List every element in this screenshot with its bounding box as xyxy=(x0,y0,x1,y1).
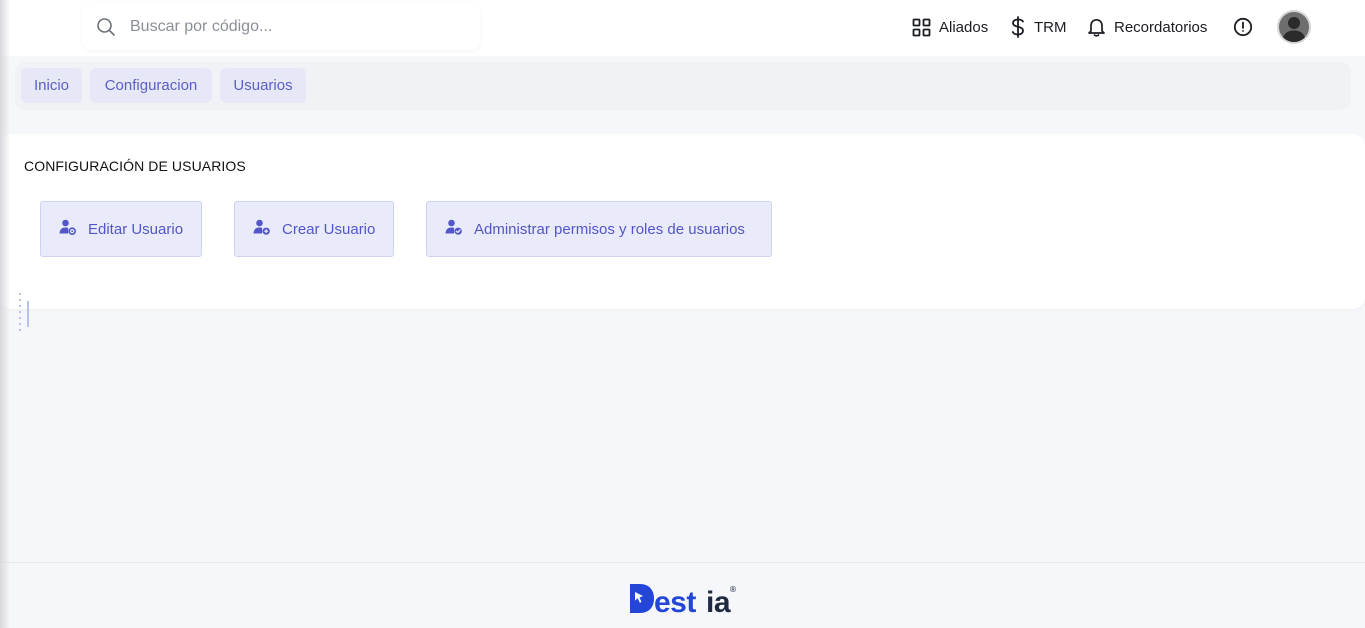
window-edge-shadow xyxy=(0,0,10,628)
create-user-label: Crear Usuario xyxy=(282,220,376,238)
footer: est ia ® xyxy=(0,562,1365,628)
nav-aliados[interactable]: Aliados xyxy=(912,14,988,40)
dollar-icon xyxy=(1010,16,1026,38)
nav-aliados-label: Aliados xyxy=(939,18,989,36)
nav-trm[interactable]: TRM xyxy=(1010,14,1067,40)
nav-recordatorios-label: Recordatorios xyxy=(1114,18,1208,36)
user-check-icon xyxy=(445,218,463,240)
user-gear-icon xyxy=(59,218,77,240)
avatar[interactable] xyxy=(1277,10,1311,44)
breadcrumb-inicio[interactable]: Inicio xyxy=(21,68,82,103)
top-bar: Aliados TRM Recordatorios xyxy=(0,0,1365,56)
bell-icon xyxy=(1087,17,1106,37)
page-title: CONFIGURACIÓN DE USUARIOS xyxy=(24,158,246,174)
manage-roles-button[interactable]: Administrar permisos y roles de usuarios xyxy=(426,201,772,257)
alert-button[interactable] xyxy=(1233,14,1253,40)
search-icon xyxy=(96,17,116,37)
nav-recordatorios[interactable]: Recordatorios xyxy=(1087,14,1207,40)
search-input[interactable] xyxy=(130,15,460,39)
svg-text:ia: ia xyxy=(706,586,731,615)
breadcrumb: Inicio Configuracion Usuarios xyxy=(15,62,1351,110)
destia-logo: est ia ® xyxy=(628,581,738,615)
user-plus-icon xyxy=(253,218,271,240)
grid-icon xyxy=(912,18,931,37)
search-box xyxy=(82,3,480,50)
drag-handle[interactable] xyxy=(17,291,31,333)
edit-user-button[interactable]: Editar Usuario xyxy=(40,201,202,257)
manage-roles-label: Administrar permisos y roles de usuarios xyxy=(474,220,745,238)
svg-text:est: est xyxy=(654,586,696,615)
nav-trm-label: TRM xyxy=(1034,18,1067,36)
create-user-button[interactable]: Crear Usuario xyxy=(234,201,394,257)
registered-mark: ® xyxy=(729,585,737,594)
edit-user-label: Editar Usuario xyxy=(88,220,184,238)
breadcrumb-usuarios[interactable]: Usuarios xyxy=(220,68,306,103)
user-config-card: CONFIGURACIÓN DE USUARIOS Editar Usuario… xyxy=(0,134,1365,309)
alert-circle-icon xyxy=(1233,17,1253,37)
breadcrumb-configuracion[interactable]: Configuracion xyxy=(90,68,212,103)
